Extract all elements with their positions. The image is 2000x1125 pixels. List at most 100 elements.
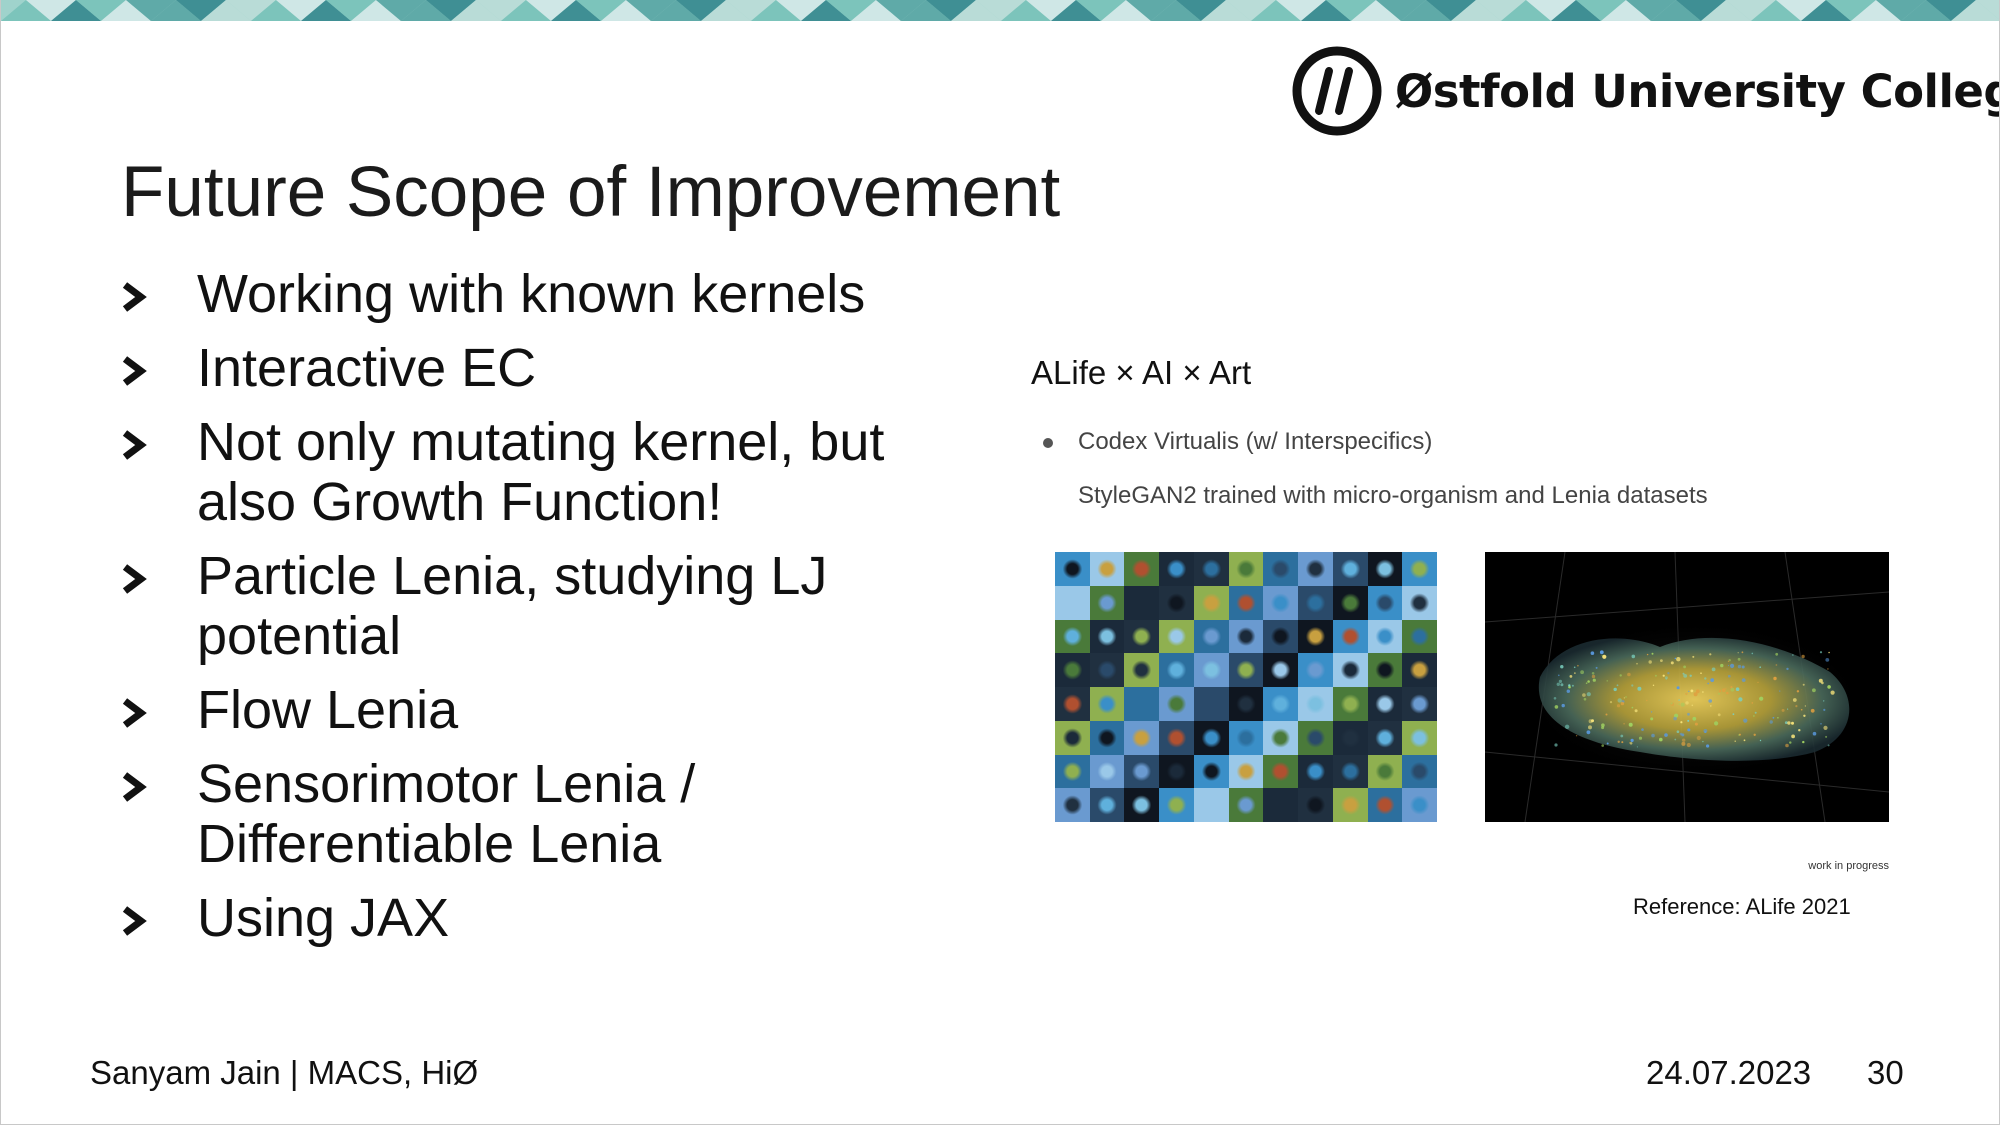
micro-organism-tile [1402, 720, 1437, 755]
chevron-right-icon [122, 564, 147, 594]
micro-organism-tile [1089, 754, 1125, 789]
micro-organism-tile [1228, 720, 1264, 755]
micro-organism-tile [1124, 720, 1160, 755]
micro-organism-tile [1124, 552, 1160, 586]
micro-organism-tile [1124, 619, 1160, 654]
micro-organism-tile [1367, 653, 1403, 687]
bullet-item: Flow Lenia [119, 680, 939, 740]
bullet-item: Not only mutating kernel, but also Growt… [119, 412, 939, 532]
micro-organism-tile [1402, 619, 1437, 654]
work-in-progress-label: work in progress [1808, 860, 1889, 872]
micro-organism-tile [1298, 552, 1333, 586]
bullet-list: Working with known kernels Interactive E… [119, 264, 939, 962]
micro-organism-tile [1055, 788, 1090, 822]
bullet-text: Sensorimotor Lenia / [197, 754, 696, 814]
top-decorative-band [1, 0, 1999, 21]
micro-organism-tile [1367, 754, 1403, 789]
micro-organism-tile [1367, 552, 1403, 586]
micro-organism-tile [1402, 754, 1437, 789]
micro-organism-tile [1402, 653, 1437, 687]
hiof-logo-icon [1292, 46, 1382, 136]
bullet-item: Interactive EC [119, 338, 939, 398]
bullet-text: Interactive EC [197, 338, 537, 398]
micro-organism-tile [1263, 552, 1299, 586]
bullet-item: Using JAX [119, 888, 939, 948]
bullet-item: Sensorimotor Lenia / Differentiable Leni… [119, 754, 939, 874]
micro-organism-tile [1332, 720, 1368, 755]
micro-organism-tile [1055, 619, 1090, 654]
micro-organism-tile [1159, 720, 1194, 755]
bullet-item: Particle Lenia, studying LJ potential [119, 546, 939, 666]
micro-organism-tile [1089, 619, 1125, 654]
reference-bullet-text: Codex Virtualis (w/ Interspecifics) [1078, 428, 1433, 455]
micro-organism-tile [1332, 619, 1368, 654]
micro-organism-tile [1159, 754, 1194, 789]
micro-organism-tile [1263, 720, 1299, 755]
micro-organism-tile [1263, 754, 1299, 789]
micro-organism-tile [1298, 788, 1333, 822]
micro-organism-tile [1193, 788, 1229, 822]
micro-organism-tile [1055, 653, 1090, 687]
micro-organism-tile [1228, 585, 1264, 620]
chevron-right-icon [122, 906, 147, 936]
chevron-right-icon [122, 772, 147, 802]
micro-organism-tile [1089, 687, 1125, 721]
micro-organism-tile [1193, 754, 1229, 789]
lenia-render-image [1485, 552, 1889, 822]
micro-organism-tile [1089, 552, 1125, 586]
micro-organism-tile [1298, 619, 1333, 654]
chevron-right-icon [122, 356, 147, 386]
micro-organism-tile [1402, 788, 1437, 822]
lenia-creature-graphic [1485, 552, 1889, 822]
micro-organism-tile [1263, 619, 1299, 654]
micro-organism-tile [1298, 687, 1333, 721]
bullet-dot-icon [1043, 438, 1053, 448]
micro-organism-tile [1159, 552, 1194, 586]
micro-organism-tile [1159, 687, 1194, 721]
micro-organism-tile [1228, 653, 1264, 687]
micro-organism-tile [1089, 788, 1125, 822]
micro-organism-tile [1332, 754, 1368, 789]
micro-organism-tile [1298, 720, 1333, 755]
micro-organism-tile [1124, 653, 1160, 687]
chevron-right-icon [122, 698, 147, 728]
bullet-text: Flow Lenia [197, 680, 459, 740]
micro-organism-tile [1055, 585, 1090, 620]
micro-organism-tile [1332, 653, 1368, 687]
page-number: 30 [1867, 1054, 1904, 1091]
university-name: Østfold University College [1395, 64, 2000, 118]
micro-organism-tile [1193, 720, 1229, 755]
micro-organism-tile [1124, 788, 1160, 822]
micro-organism-tile [1055, 720, 1090, 755]
micro-organism-tile [1089, 585, 1125, 620]
micro-organism-tile [1193, 619, 1229, 654]
micro-organism-tile [1228, 788, 1264, 822]
chevron-right-icon [122, 282, 147, 312]
micro-organism-tile [1263, 687, 1299, 721]
micro-organism-tile [1159, 653, 1194, 687]
footer-date: 24.07.2023 [1646, 1054, 1812, 1091]
micro-organism-tile [1055, 552, 1090, 586]
bullet-text-continued: potential [197, 606, 402, 666]
micro-organism-tile [1193, 653, 1229, 687]
bullet-text: Working with known kernels [197, 264, 866, 324]
micro-organism-tile [1402, 585, 1437, 620]
micro-organism-tile [1193, 687, 1229, 721]
micro-organism-tile [1159, 585, 1194, 620]
micro-organism-tile [1332, 585, 1368, 620]
chevron-right-icon [122, 430, 147, 460]
slide: Østfold University College Future Scope … [0, 0, 2000, 1125]
bullet-text: Particle Lenia, studying LJ [197, 546, 828, 606]
micro-organism-tile [1263, 653, 1299, 687]
micro-organism-tile [1159, 788, 1194, 822]
micro-organism-tile [1193, 552, 1229, 586]
micro-organism-tile [1089, 653, 1125, 687]
footer-author: Sanyam Jain | MACS, HiØ [90, 1054, 479, 1091]
bullet-text-continued: Differentiable Lenia [197, 814, 662, 874]
micro-organism-tile [1332, 552, 1368, 586]
micro-organism-tile [1332, 687, 1368, 721]
reference-subtext: StyleGAN2 trained with micro-organism an… [1078, 482, 1708, 509]
bullet-text-continued: also Growth Function! [197, 472, 723, 532]
micro-organism-tile [1228, 754, 1264, 789]
micro-organism-tile [1193, 585, 1229, 620]
